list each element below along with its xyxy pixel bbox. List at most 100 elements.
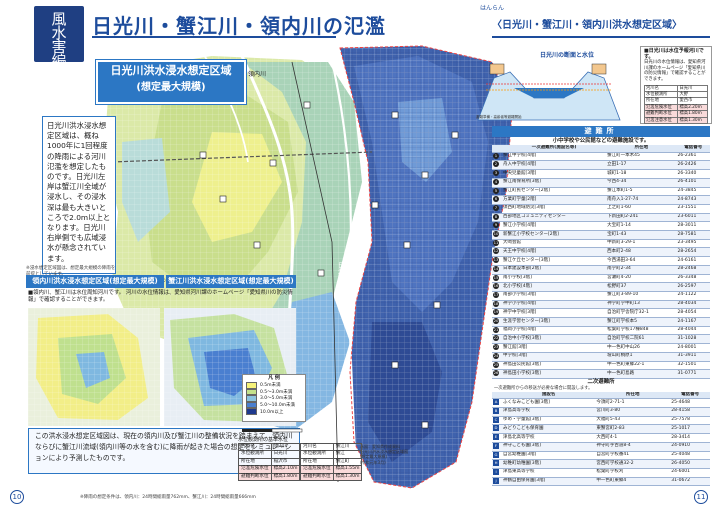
table-row: C ゆめ・学童館[3階] 大福町5-43 25-7578: [492, 416, 710, 426]
shelter-marker: 11: [493, 239, 499, 246]
table-cell: みどりこども保育園: [502, 424, 596, 435]
table-cell: 自治中小学校[3階]: [502, 334, 607, 345]
table-cell: 電話番号: [670, 391, 710, 400]
shelter-marker: F: [493, 442, 499, 449]
shelter-marker: 25: [493, 361, 499, 368]
table-row: D みどりこども保育園 東蟹宮町2-83 25-1017: [492, 424, 710, 435]
table-cell: 中学校[3階]: [502, 352, 607, 362]
wl-cell: 標高1.30m: [332, 472, 363, 482]
table-cell: 20: [492, 317, 502, 327]
side-info-text: 日光川の水位情報は、愛知県河川課のホームページ「愛知県川の防災情報」で確認するこ…: [644, 60, 706, 82]
table-cell: 電話番号: [676, 145, 710, 153]
wl-cell: 標高1.80m: [270, 472, 301, 482]
table-row: J 神鶴自由保育園[3階] 中一色町東郷4 31-0672: [492, 477, 710, 487]
kanie-map-title: 蟹江川洪水浸水想定区域(想定最大規模): [166, 275, 296, 288]
table-cell: 22: [492, 334, 502, 345]
legend-label: 10.0m以上: [260, 409, 284, 415]
table-cell: 津島北高等学校: [502, 433, 596, 443]
shelter-marker: 2: [493, 161, 499, 168]
table-cell: 所在地: [606, 145, 677, 153]
table-cell: 舟入中学校[4階]: [502, 160, 607, 171]
river-label-nikko: 日光川: [337, 262, 344, 280]
legend-swatch: [246, 401, 257, 409]
table-header-row: 一次避難所(施設名等) 所在地 電話番号: [492, 145, 710, 153]
table-row: 15 南小学校[3階] 宮瀬町4-20 26-3348: [492, 274, 710, 284]
table-cell: 4: [492, 178, 502, 188]
shelter-marker: 19: [493, 309, 499, 316]
secondary-shelter-heading: 二次避難所: [587, 378, 615, 385]
table-cell: 津島東高等学校: [502, 468, 596, 478]
table-cell: H: [492, 459, 502, 469]
table-cell: 今西湯田3-64: [606, 256, 677, 266]
table-cell: 城町1-18: [606, 169, 677, 179]
table-cell: 南舟入1-27-74: [606, 195, 677, 205]
table-cell: 1: [492, 152, 502, 162]
table-row: 23 蟹江館[3階] 中一色町中山26 24-8001: [492, 343, 710, 353]
table-header-row: 施設名 所在地 電話番号: [492, 391, 710, 400]
wl-cell: 標高1.55m: [332, 465, 363, 474]
wl-cell: 氾濫危険水位: [300, 465, 334, 474]
wl-cell: 避難判断水位: [238, 472, 272, 482]
water-level-table-kanie: 河川名 蟹江川 水位観測所 蟹江 所在地 蟹江町 氾濫危険水位 標高1.55m 避難判断…: [300, 442, 363, 482]
shelter-subheading: 小中学校や公民館などの避難施設です。: [552, 138, 650, 144]
shelter-marker: C: [493, 416, 499, 423]
water-level-title: 水位観測所の基準水位: [238, 437, 289, 443]
table-cell: 17: [492, 291, 502, 301]
table-cell: 28-3414: [670, 433, 710, 443]
table-row: B 津島高等学校 宮川町3-80 28-4158: [492, 407, 710, 417]
table-cell: 10: [492, 230, 502, 240]
legend-label: 5.0〜10.0m未満: [260, 403, 296, 409]
table-cell: 今須町2-71-1: [595, 398, 671, 408]
table-row: 13 蟹江ケ丘センター[3階] 今西湯田3-64 24-6161: [492, 256, 710, 266]
shelter-heading: 避難所: [492, 126, 710, 137]
legend-item: 3.0〜5.0m未満: [243, 395, 305, 402]
table-cell: 26-3340: [676, 169, 710, 179]
river-label-kanie: 蟹江川: [483, 401, 490, 420]
table-cell: 南小学校[3階]: [502, 274, 607, 284]
side-cell: 氾濫注意水位: [643, 116, 679, 125]
table-cell: 神学町学中町13: [606, 300, 677, 310]
table-cell: 24-6001: [670, 468, 710, 478]
table-cell: 11: [492, 239, 502, 249]
table-row: 16 北小学校[4階] 松野町37 26-2597: [492, 282, 710, 292]
map-title-main: 日光川洪水浸水想定区域: [110, 64, 232, 77]
table-cell: 南学町2-34: [606, 265, 677, 275]
legend-item: 10.0m以上: [243, 408, 305, 415]
table-row: 8 西部地区コミュニティセンター 下新田町2-241 23-6011: [492, 213, 710, 223]
table-cell: 大崎会館: [502, 239, 607, 249]
nikko-river-info: ■日光川は水位予報河川です。 日光川の水位情報は、愛知県河川課のホームページ「愛…: [640, 46, 712, 125]
table-cell: 方業町学童[2階]: [502, 195, 607, 205]
table-cell: 3: [492, 169, 502, 179]
table-cell: 21: [492, 326, 502, 336]
table-row: 6 方業町学童[2階] 南舟入1-27-74 24-8743: [492, 195, 710, 205]
table-cell: 自宮幼稚園[3階]: [502, 451, 596, 461]
table-cell: I: [492, 468, 502, 478]
table-cell: 24-6161: [676, 256, 710, 266]
legend-label: 3.0〜5.0m未満: [260, 396, 293, 402]
page-title: 日光川・蟹江川・領内川の氾濫: [92, 14, 386, 38]
table-cell: 25-1017: [670, 424, 710, 435]
table-cell: 自治町学舎院庁32-1: [606, 308, 677, 319]
wl-cell: 標高2.10m: [270, 465, 301, 474]
shelter-marker: 15: [493, 274, 499, 281]
table-cell: 下新田町2-241: [606, 213, 677, 223]
table-cell: 松野町37: [606, 282, 677, 292]
table-cell: 28-2468: [676, 265, 710, 275]
table-cell: 25-4648: [670, 398, 710, 408]
legend-swatch: [246, 382, 257, 389]
shelter-list: 避難所 小中学校や公民館などの避難施設です。 一次避難所(施設名等) 所在地 電話番…: [492, 126, 710, 490]
water-level-table-ryonai: 河川名 領内川 水位観測所 日光川 所在地 稲沢市 氾濫危険水位 標高2.10m 避難判…: [238, 442, 301, 482]
table-cell: E: [492, 433, 502, 443]
table-row: H 幼稚町幼稚園[3階] 宮西町学校通32-2 26-4050: [492, 459, 710, 469]
table-cell: 神島田小学校[3階]: [502, 369, 607, 379]
right-title-rule: [492, 36, 710, 38]
table-cell: 26-2426: [676, 160, 710, 171]
primary-shelter-table: 一次避難所(施設名等) 所在地 電話番号 1 蟹江中学校[4階] 蟹江町一本木45 26-2…: [492, 145, 710, 379]
shelter-marker: 9: [493, 222, 499, 229]
table-cell: 上之町1-60: [606, 204, 677, 214]
wl-cell: 蟹江: [332, 450, 363, 459]
diagram-label: 避難準備・高齢者等避難開始: [476, 114, 522, 119]
table-cell: 中一色町中山26: [606, 343, 677, 353]
table-row: 7 須西町地域防災[3階] 上之町1-60 23-1551: [492, 204, 710, 214]
legend-title: 凡 例: [268, 375, 280, 381]
